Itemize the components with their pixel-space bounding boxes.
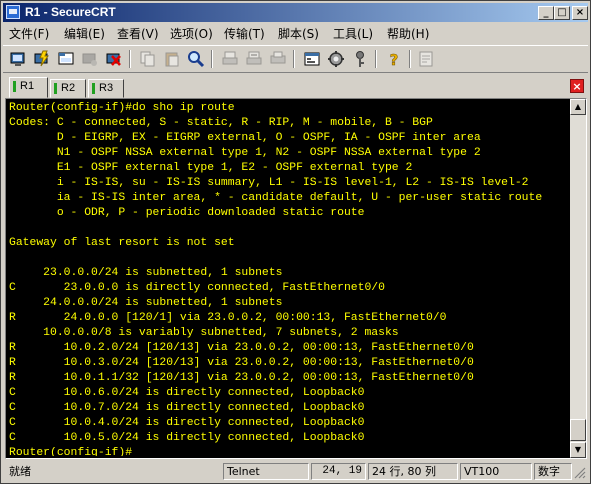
minimize-button[interactable]: _ [538,6,554,20]
menu-edit[interactable]: 编辑(E) [64,25,105,42]
status-ready: 就绪 [9,465,31,478]
terminal-line: i - IS-IS, su - IS-IS summary, L1 - IS-I… [9,177,529,189]
menu-help[interactable]: 帮助(H) [387,25,429,42]
terminal-line: E1 - OSPF external type 1, E2 - OSPF ext… [9,162,413,174]
close-tab-button[interactable]: × [570,79,584,93]
terminal-frame: Router(config-if)#do sho ip route Codes: … [5,98,587,459]
log-icon[interactable] [417,50,435,68]
toolbar: ? [3,45,588,73]
copy-icon[interactable] [139,50,157,68]
tab-r3[interactable]: R3 [88,79,124,98]
terminal-line: Gateway of last resort is not set [9,237,235,249]
securecrt-app-icon[interactable] [6,5,20,19]
terminal-line: ia - IS-IS inter area, * - candidate def… [9,192,543,204]
tab-connected-indicator [54,83,57,94]
menu-bar: 文件(F) 编辑(E) 查看(V) 选项(O) 传输(T) 脚本(S) 工具(L… [3,23,588,42]
tab-connected-indicator [92,83,95,94]
menu-script[interactable]: 脚本(S) [278,25,319,42]
terminal-line: C 10.0.7.0/24 is directly connected, Loo… [9,402,365,414]
toolbar-separator [211,50,213,68]
global-options-icon[interactable] [327,50,345,68]
terminal-line: R 24.0.0.0 [120/1] via 23.0.0.2, 00:00:1… [9,312,447,324]
window-title: R1 - SecureCRT [25,5,116,19]
terminal-line: R 10.0.3.0/24 [120/13] via 23.0.0.2, 00:… [9,357,474,369]
scroll-up-button[interactable]: ▲ [570,99,586,115]
terminal-line: C 10.0.5.0/24 is directly connected, Loo… [9,432,365,444]
status-protocol: Telnet [223,463,309,480]
title-bar[interactable]: R1 - SecureCRT _ □ × [3,3,588,22]
terminal-line: D - EIGRP, EX - EIGRP external, O - OSPF… [9,132,481,144]
terminal-line: o - ODR, P - periodic downloaded static … [9,207,365,219]
quick-connect-icon[interactable] [33,50,51,68]
close-button[interactable]: × [572,6,588,20]
terminal-line: N1 - OSPF NSSA external type 1, N2 - OSP… [9,147,481,159]
print-setup-icon[interactable] [269,50,287,68]
status-cursor-position: 24, 19 [311,463,366,480]
tab-r2[interactable]: R2 [50,79,86,98]
terminal-line: 24.0.0.0/24 is subnetted, 1 subnets [9,297,283,309]
find-icon[interactable] [187,50,205,68]
vertical-scrollbar[interactable]: ▲ ▼ [570,99,586,458]
status-numlock: 数字 [534,463,572,480]
menu-transfer[interactable]: 传输(T) [224,25,265,42]
svg-text:?: ? [390,51,399,68]
terminal-line: R 10.0.2.0/24 [120/13] via 23.0.0.2, 00:… [9,342,474,354]
status-emulation: VT100 [460,463,532,480]
maximize-button[interactable]: □ [554,6,570,20]
scroll-thumb[interactable] [570,419,586,441]
terminal-line: 10.0.0.0/8 is variably subnetted, 7 subn… [9,327,399,339]
connect-in-tab-icon[interactable] [57,50,75,68]
resize-grip-icon[interactable] [574,467,586,479]
toolbar-separator [409,50,411,68]
help-icon[interactable]: ? [385,50,403,68]
connect-icon[interactable] [9,50,27,68]
disconnect-icon[interactable] [105,50,123,68]
terminal-line: C 10.0.4.0/24 is directly connected, Loo… [9,417,365,429]
terminal-output[interactable]: Router(config-if)#do sho ip route Codes: … [9,101,569,456]
tab-r1[interactable]: R1 [9,77,48,98]
menu-options[interactable]: 选项(O) [170,25,213,42]
tab-connected-indicator [13,81,16,92]
menu-tools[interactable]: 工具(L) [333,25,373,42]
paste-icon[interactable] [163,50,181,68]
toolbar-separator [129,50,131,68]
reconnect-icon[interactable] [81,50,99,68]
print-selection-icon[interactable] [245,50,263,68]
scroll-down-button[interactable]: ▼ [570,442,586,458]
status-bar: 就绪 Telnet 24, 19 24 行, 80 列 VT100 数字 [3,461,588,482]
securecrt-window: R1 - SecureCRT _ □ × 文件(F) 编辑(E) 查看(V) 选… [0,0,591,484]
terminal-line: 23.0.0.0/24 is subnetted, 1 subnets [9,267,283,279]
menu-view[interactable]: 查看(V) [117,25,159,42]
toolbar-separator [293,50,295,68]
terminal-line: Router(config-if)#do sho ip route [9,102,235,114]
keymap-icon[interactable] [351,50,369,68]
terminal-line: Codes: C - connected, S - static, R - RI… [9,117,433,129]
terminal-line: C 10.0.6.0/24 is directly connected, Loo… [9,387,365,399]
session-options-icon[interactable] [303,50,321,68]
print-icon[interactable] [221,50,239,68]
terminal-line: Router(config-if)# [9,447,133,456]
terminal-line: C 23.0.0.0 is directly connected, FastEt… [9,282,385,294]
session-tabs: R1 R2 R3 × [3,76,588,98]
menu-file[interactable]: 文件(F) [9,25,49,42]
terminal-line: R 10.0.1.1/32 [120/13] via 23.0.0.2, 00:… [9,372,474,384]
status-terminal-size: 24 行, 80 列 [368,463,458,480]
toolbar-separator [375,50,377,68]
